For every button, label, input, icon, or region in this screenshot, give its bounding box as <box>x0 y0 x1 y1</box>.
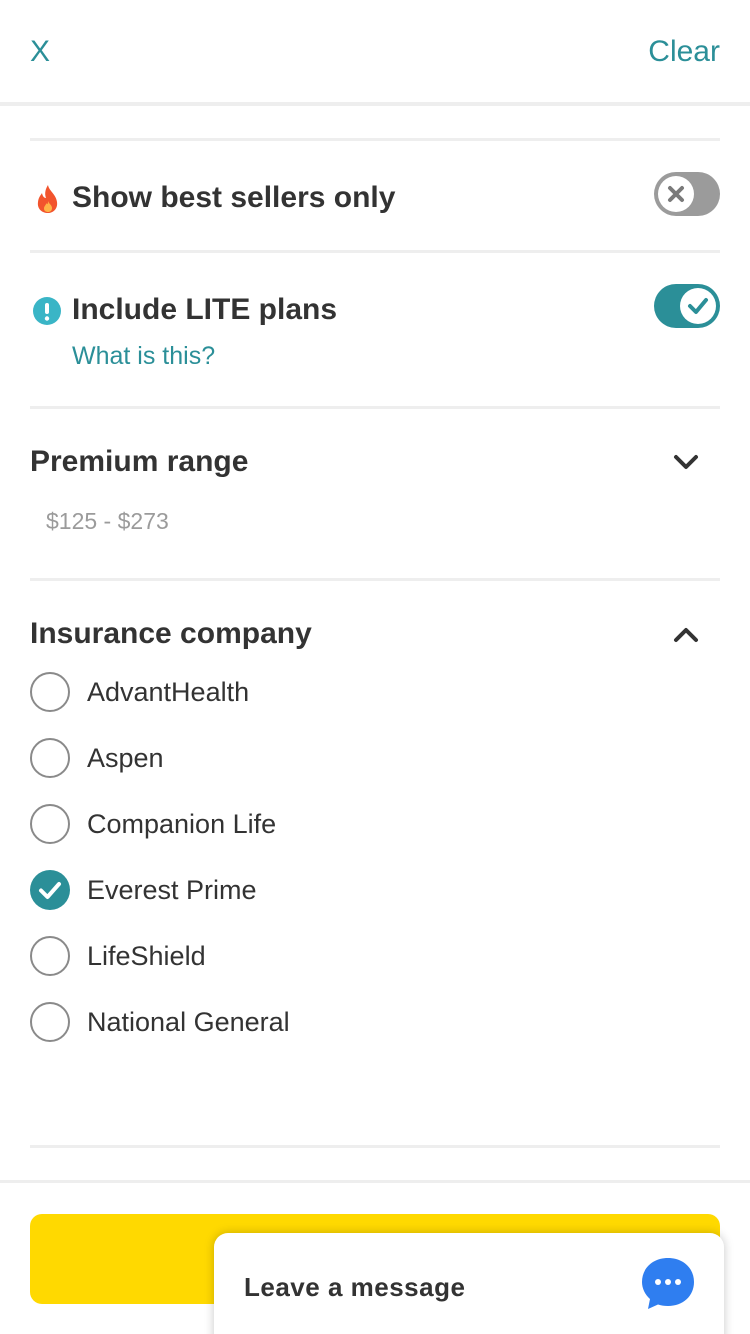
footer-divider <box>0 1180 750 1183</box>
chat-widget[interactable]: Leave a message <box>214 1233 724 1334</box>
premium-range-value: $125 - $273 <box>46 508 169 534</box>
radio-button-checked[interactable] <box>30 870 70 910</box>
chat-label: Leave a message <box>244 1272 466 1302</box>
toggle-knob <box>680 288 716 324</box>
company-option-lifeshield[interactable]: LifeShield <box>30 936 530 978</box>
chevron-down-icon[interactable] <box>671 447 701 477</box>
x-icon <box>668 186 684 202</box>
close-button[interactable]: X <box>30 34 50 70</box>
best-sellers-label: Show best sellers only <box>72 181 396 214</box>
header-divider <box>0 102 750 106</box>
lite-plans-toggle[interactable] <box>654 284 720 328</box>
company-option-national-general[interactable]: National General <box>30 1002 530 1044</box>
option-label: AdvantHealth <box>87 677 250 707</box>
best-sellers-toggle[interactable] <box>654 172 720 216</box>
divider <box>30 138 720 141</box>
radio-button[interactable] <box>30 1002 70 1042</box>
radio-button[interactable] <box>30 672 70 712</box>
chevron-up-icon[interactable] <box>671 619 701 649</box>
flame-icon <box>37 185 58 213</box>
radio-button[interactable] <box>30 804 70 844</box>
option-label: Everest Prime <box>87 875 257 905</box>
divider <box>30 1145 720 1148</box>
radio-button[interactable] <box>30 738 70 778</box>
filter-header: X Clear <box>0 0 750 106</box>
what-is-this-link[interactable]: What is this? <box>72 340 215 372</box>
option-label: Aspen <box>87 743 164 773</box>
clear-button[interactable]: Clear <box>648 34 720 70</box>
company-option-advanthealth[interactable]: AdvantHealth <box>30 672 530 714</box>
premium-range-title[interactable]: Premium range <box>30 444 248 480</box>
radio-button[interactable] <box>30 936 70 976</box>
company-option-everest-prime[interactable]: Everest Prime <box>30 870 530 912</box>
option-label: Companion Life <box>87 809 277 839</box>
chat-bubble-icon[interactable] <box>640 1255 696 1311</box>
option-label: National General <box>87 1007 290 1037</box>
divider <box>30 406 720 409</box>
insurance-company-title[interactable]: Insurance company <box>30 616 312 652</box>
check-icon <box>39 882 61 899</box>
info-icon <box>33 297 61 325</box>
company-option-companion-life[interactable]: Companion Life <box>30 804 530 846</box>
company-option-aspen[interactable]: Aspen <box>30 738 530 780</box>
lite-plans-label: Include LITE plans <box>72 293 338 326</box>
divider <box>30 250 720 253</box>
divider <box>30 578 720 581</box>
check-icon <box>688 298 708 314</box>
toggle-knob <box>658 176 694 212</box>
option-label: LifeShield <box>87 941 206 971</box>
